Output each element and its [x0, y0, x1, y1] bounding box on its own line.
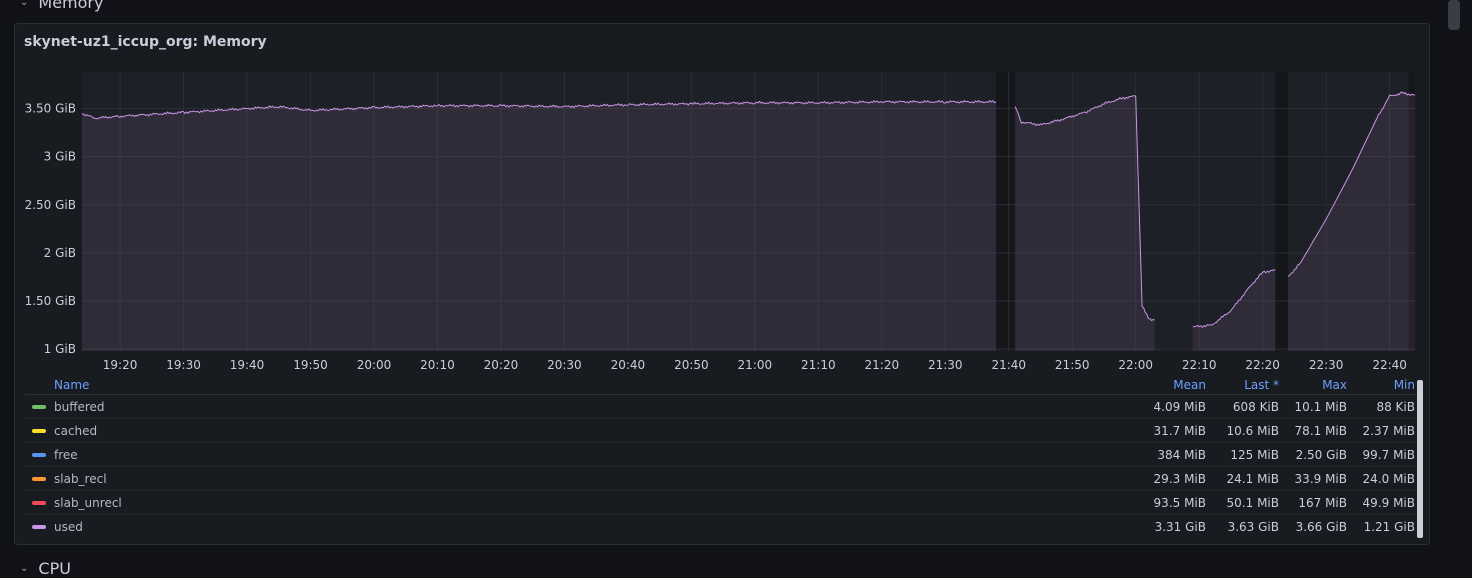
- used-area-segment-0: [82, 100, 997, 351]
- legend-max-value: 10.1 MiB: [1294, 399, 1347, 414]
- x-tick-label: 22:10: [1182, 358, 1217, 372]
- legend-mean-value: 93.5 MiB: [1153, 495, 1206, 510]
- y-tick-label: 2 GiB: [44, 246, 76, 260]
- legend-swatch[interactable]: [32, 476, 46, 481]
- legend-row-used[interactable]: used 3.31 GiB 3.63 GiB 3.66 GiB 1.21 GiB: [25, 515, 1423, 538]
- x-tick-label: 20:50: [674, 358, 709, 372]
- legend-series-name[interactable]: buffered: [54, 400, 105, 414]
- legend-max-value: 2.50 GiB: [1295, 447, 1347, 462]
- legend-min-value: 2.37 MiB: [1362, 423, 1415, 438]
- legend-mean-value: 4.09 MiB: [1153, 399, 1206, 414]
- legend-header: Name Mean Last * Max Min: [25, 376, 1423, 395]
- y-tick-label: 2.50 GiB: [25, 198, 76, 212]
- legend-row-slab_recl[interactable]: slab_recl 29.3 MiB 24.1 MiB 33.9 MiB 24.0 Mi…: [25, 467, 1423, 491]
- x-tick-label: 19:30: [166, 358, 201, 372]
- memory-panel: skynet-uz1_iccup_org: Memory 1 GiB 1.50 G…: [14, 23, 1430, 545]
- legend-name-cell: slab_unrecl: [25, 496, 1134, 510]
- legend-series-name[interactable]: used: [54, 520, 83, 534]
- legend-swatch[interactable]: [32, 452, 46, 457]
- used-area-segment-1: [1015, 95, 1136, 351]
- legend-row-buffered[interactable]: buffered 4.09 MiB 608 KiB 10.1 MiB 88 KiB: [25, 395, 1423, 419]
- legend-swatch[interactable]: [32, 428, 46, 433]
- legend-series-name[interactable]: slab_recl: [54, 472, 107, 486]
- y-tick-label: 1 GiB: [44, 342, 76, 356]
- legend-name-cell: slab_recl: [25, 472, 1134, 486]
- legend-header-max[interactable]: Max: [1279, 378, 1347, 392]
- x-tick-label: 22:40: [1372, 358, 1407, 372]
- legend-max-value: 3.66 GiB: [1295, 519, 1347, 534]
- legend-last-value: 50.1 MiB: [1226, 495, 1279, 510]
- legend-min-value: 88 KiB: [1376, 399, 1415, 414]
- legend-table: Name Mean Last * Max Min buffered 4.09 Mi…: [25, 376, 1423, 538]
- x-tick-label: 20:10: [420, 358, 455, 372]
- legend-header-min[interactable]: Min: [1347, 378, 1423, 392]
- legend-series-name[interactable]: free: [54, 448, 78, 462]
- legend-min-value: 99.7 MiB: [1362, 447, 1415, 462]
- legend-last-value: 10.6 MiB: [1226, 423, 1279, 438]
- legend-last-value: 608 KiB: [1232, 399, 1279, 414]
- legend-min-value: 1.21 GiB: [1363, 519, 1415, 534]
- legend-swatch[interactable]: [32, 524, 46, 529]
- x-tick-label: 19:40: [230, 358, 265, 372]
- legend-scrollbar[interactable]: [1417, 380, 1423, 538]
- legend-last-value: 24.1 MiB: [1226, 471, 1279, 486]
- legend-last-value: 125 MiB: [1230, 447, 1279, 462]
- legend-series-name[interactable]: cached: [54, 424, 97, 438]
- x-tick-label: 21:40: [991, 358, 1026, 372]
- legend-name-cell: free: [25, 448, 1134, 462]
- legend-row-cached[interactable]: cached 31.7 MiB 10.6 MiB 78.1 MiB 2.37 MiB: [25, 419, 1423, 443]
- legend-max-value: 78.1 MiB: [1294, 423, 1347, 438]
- legend-row-slab_unrecl[interactable]: slab_unrecl 93.5 MiB 50.1 MiB 167 MiB 49.9 M…: [25, 491, 1423, 515]
- legend-min-value: 24.0 MiB: [1362, 471, 1415, 486]
- x-tick-label: 19:50: [293, 358, 328, 372]
- legend-name-cell: used: [25, 520, 1134, 534]
- legend-min-value: 49.9 MiB: [1362, 495, 1415, 510]
- y-tick-label: 1.50 GiB: [25, 294, 76, 308]
- x-tick-label: 21:50: [1055, 358, 1090, 372]
- legend-row-free[interactable]: free 384 MiB 125 MiB 2.50 GiB 99.7 MiB: [25, 443, 1423, 467]
- chevron-down-icon[interactable]: ⌄: [20, 0, 28, 8]
- x-tick-label: 22:00: [1118, 358, 1153, 372]
- x-tick-label: 20:00: [357, 358, 392, 372]
- gap-band-0: [996, 72, 1016, 351]
- legend-name-cell: cached: [25, 424, 1134, 438]
- row-title-cpu: CPU: [38, 558, 71, 578]
- x-tick-label: 21:30: [928, 358, 963, 372]
- x-tick-label: 20:20: [484, 358, 519, 372]
- x-tick-label: 22:30: [1309, 358, 1344, 372]
- legend-mean-value: 384 MiB: [1157, 447, 1206, 462]
- x-tick-label: 19:20: [103, 358, 138, 372]
- legend-max-value: 33.9 MiB: [1294, 471, 1347, 486]
- legend-mean-value: 3.31 GiB: [1154, 519, 1206, 534]
- row-header-cpu[interactable]: ⌄ CPU: [20, 558, 71, 578]
- page-scrollbar[interactable]: [1448, 0, 1460, 30]
- legend-header-mean[interactable]: Mean: [1134, 378, 1206, 392]
- legend-header-name[interactable]: Name: [25, 378, 1134, 392]
- x-tick-label: 21:20: [865, 358, 900, 372]
- x-tick-label: 20:40: [611, 358, 646, 372]
- legend-mean-value: 31.7 MiB: [1153, 423, 1206, 438]
- y-tick-label: 3.50 GiB: [25, 102, 76, 116]
- row-title-memory: Memory: [38, 0, 104, 12]
- legend-last-value: 3.63 GiB: [1227, 519, 1279, 534]
- memory-chart[interactable]: 1 GiB 1.50 GiB 2 GiB 2.50 GiB 3 GiB 3.50 GiB 1…: [15, 24, 1429, 374]
- x-tick-label: 21:00: [738, 358, 773, 372]
- legend-swatch[interactable]: [32, 404, 46, 409]
- gap-band-1: [1275, 72, 1289, 351]
- x-tick-label: 21:10: [801, 358, 836, 372]
- y-tick-label: 3 GiB: [44, 150, 76, 164]
- legend-swatch[interactable]: [32, 500, 46, 505]
- legend-mean-value: 29.3 MiB: [1153, 471, 1206, 486]
- x-tick-label: 22:20: [1245, 358, 1280, 372]
- legend-series-name[interactable]: slab_unrecl: [54, 496, 122, 510]
- legend-header-last[interactable]: Last *: [1206, 378, 1279, 392]
- x-tick-label: 20:30: [547, 358, 582, 372]
- legend-max-value: 167 MiB: [1298, 495, 1347, 510]
- row-header-memory[interactable]: ⌄ Memory: [20, 0, 103, 12]
- legend-name-cell: buffered: [25, 400, 1134, 414]
